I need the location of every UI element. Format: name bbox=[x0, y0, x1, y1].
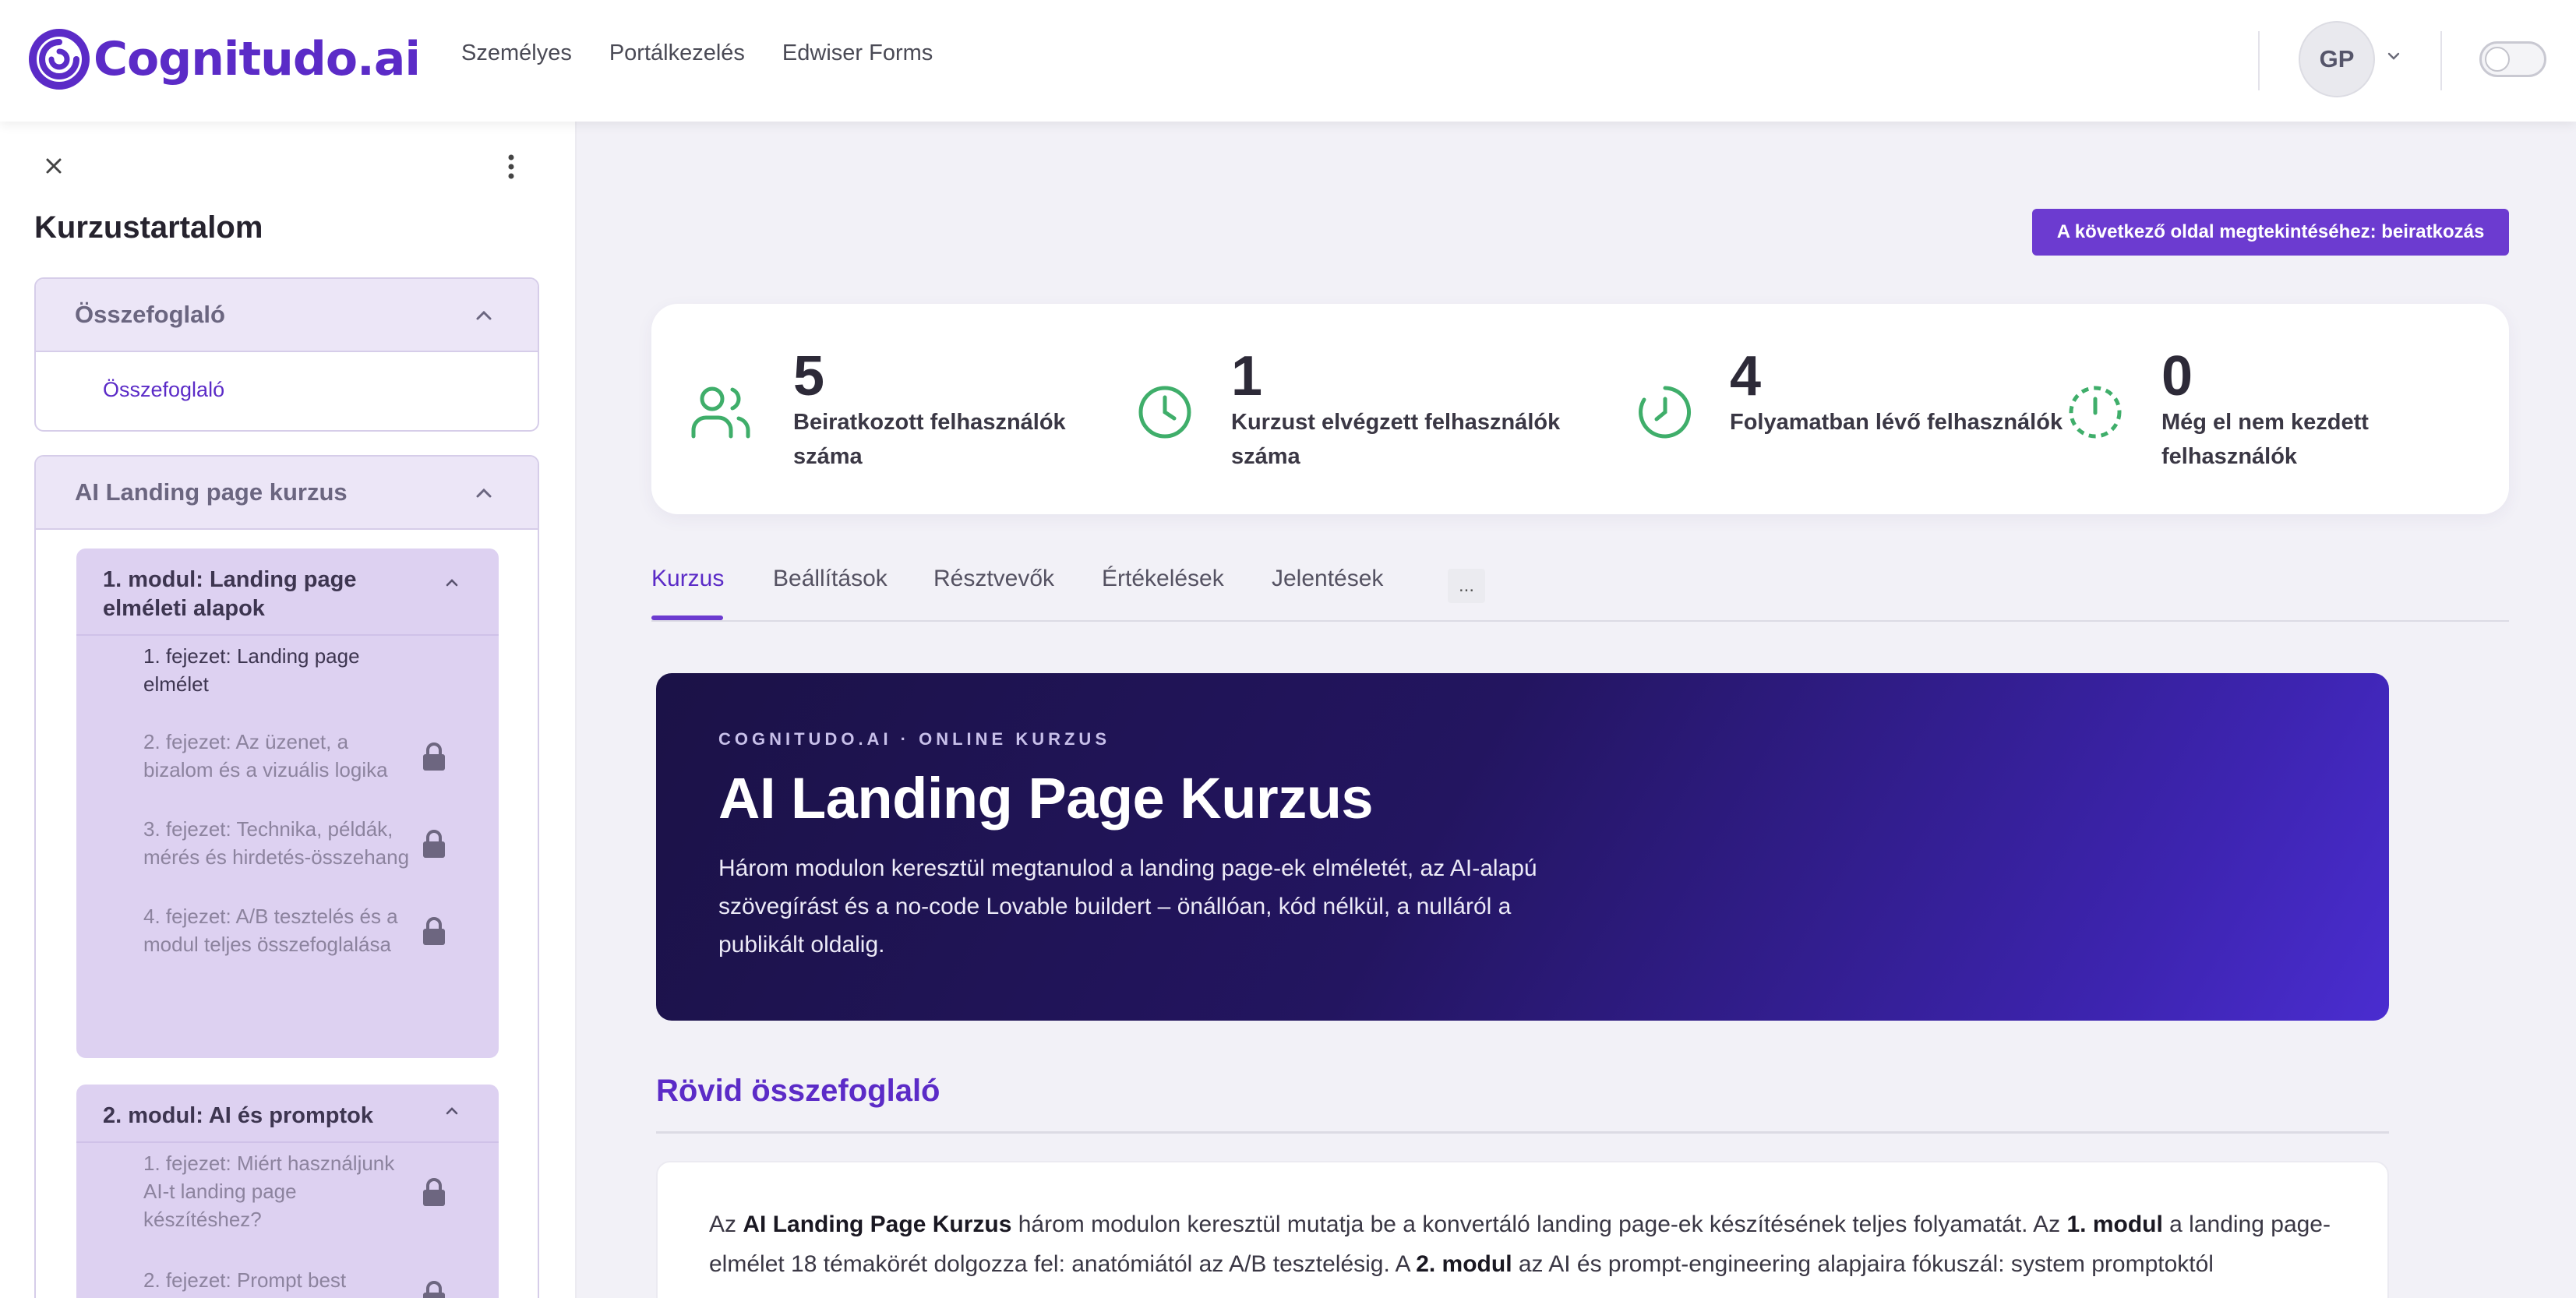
summary-text-run: három modulon keresztül mutatja be a kon… bbox=[1011, 1212, 2067, 1237]
hero-title: AI Landing Page Kurzus bbox=[718, 766, 1374, 831]
module-title: 1. modul: Landing page elméleti alapok bbox=[103, 567, 357, 621]
chevron-up-icon[interactable] bbox=[444, 1105, 460, 1117]
nav-item-portalkezeles[interactable]: Portálkezelés bbox=[609, 41, 745, 66]
header-divider bbox=[2258, 31, 2260, 90]
nav-item-szemelyes[interactable]: Személyes bbox=[461, 41, 572, 66]
hero-description: Három modulon keresztül megtanulod a lan… bbox=[718, 855, 1537, 958]
summary-paragraph: Az AI Landing Page Kurzus három modulon … bbox=[709, 1205, 2345, 1284]
stat-label: Beiratkozott felhasználók száma bbox=[793, 410, 1066, 469]
tab-beallitasok[interactable]: Beállítások bbox=[773, 566, 887, 592]
header-divider bbox=[2440, 31, 2442, 90]
stat-label: Kurzust elvégzett felhasználók száma bbox=[1231, 410, 1561, 469]
chapter-item[interactable]: 2. fejezet: Prompt best bbox=[76, 1266, 499, 1298]
summary-divider bbox=[656, 1131, 2389, 1134]
tab-ertekelesek[interactable]: Értékelések bbox=[1102, 566, 1224, 592]
sidebar-title: Kurzustartalom bbox=[34, 210, 263, 245]
chevron-up-icon[interactable] bbox=[444, 577, 460, 589]
stats-card: 5 Beiratkozott felhasználók száma 1 Kurz… bbox=[651, 304, 2509, 514]
clock-icon bbox=[1138, 386, 1191, 439]
module-1: 1. modul: Landing page elméleti alapok 1… bbox=[76, 548, 499, 1058]
chapter-label: 1. fejezet: Landing page elmélet bbox=[143, 644, 360, 696]
brand-logo[interactable]: Cognitudo.ai bbox=[26, 23, 421, 95]
chapter-item[interactable]: 4. fejezet: A/B tesztelés és a modul tel… bbox=[76, 902, 499, 958]
course-hero-banner: COGNITUDO.AI · ONLINE KURZUS AI Landing … bbox=[656, 673, 2389, 1021]
module-title: 2. modul: AI és promptok bbox=[103, 1103, 373, 1128]
more-vertical-icon[interactable] bbox=[503, 151, 519, 182]
tab-kurzus[interactable]: Kurzus bbox=[651, 566, 724, 592]
course-index-drawer: Kurzustartalom Összefoglaló Összefoglaló… bbox=[0, 122, 577, 1298]
clock-progress-icon bbox=[1639, 386, 1692, 439]
lock-icon bbox=[423, 830, 445, 858]
summary-card: Az AI Landing Page Kurzus három modulon … bbox=[656, 1161, 2389, 1298]
tab-jelentesek[interactable]: Jelentések bbox=[1272, 566, 1383, 592]
module-header[interactable]: 1. modul: Landing page elméleti alapok bbox=[76, 548, 499, 636]
chapter-label: 2. fejezet: Prompt best bbox=[143, 1268, 347, 1292]
chevron-up-icon[interactable] bbox=[474, 485, 494, 502]
active-tab-indicator bbox=[651, 615, 723, 620]
chapter-label: 2. fejezet: Az üzenet, a bizalom és a vi… bbox=[143, 730, 388, 781]
module-header[interactable]: 2. modul: AI és promptok bbox=[76, 1085, 499, 1143]
summary-bold-run: AI Landing Page Kurzus bbox=[743, 1212, 1012, 1237]
summary-bold-run: 2. modul bbox=[1416, 1251, 1512, 1277]
tab-more-button[interactable]: ... bbox=[1448, 569, 1485, 603]
nav-item-edwiser-forms[interactable]: Edwiser Forms bbox=[782, 41, 933, 66]
chapter-label: 3. fejezet: Technika, példák, mérés és h… bbox=[143, 817, 410, 869]
section-osszefoglalo: Összefoglaló Összefoglaló bbox=[34, 277, 539, 432]
summary-text-run: Az bbox=[709, 1212, 743, 1237]
chapter-item[interactable]: 1. fejezet: Landing page elmélet bbox=[76, 642, 499, 698]
stat-label: Még el nem kezdett felhasználók bbox=[2161, 410, 2369, 469]
brand-name: Cognitudo.ai bbox=[94, 32, 421, 86]
module-2: 2. modul: AI és promptok 1. fejezet: Mié… bbox=[76, 1085, 499, 1298]
toggle-knob bbox=[2485, 47, 2510, 72]
stat-value: 5 bbox=[793, 345, 825, 407]
top-header: Cognitudo.ai Személyes Portálkezelés Edw… bbox=[0, 0, 2576, 122]
close-icon[interactable] bbox=[42, 154, 65, 178]
hero-kicker: COGNITUDO.AI · ONLINE KURZUS bbox=[718, 729, 1110, 749]
users-icon bbox=[691, 386, 750, 439]
section-header[interactable]: AI Landing page kurzus bbox=[36, 457, 538, 530]
chapter-item[interactable]: 2. fejezet: Az üzenet, a bizalom és a vi… bbox=[76, 728, 499, 784]
section-ai-landing-page: AI Landing page kurzus 1. modul: Landing… bbox=[34, 455, 539, 1298]
chapter-label: 4. fejezet: A/B tesztelés és a modul tel… bbox=[143, 905, 398, 956]
user-avatar[interactable]: GP bbox=[2299, 21, 2375, 97]
tab-resztvevok[interactable]: Résztvevők bbox=[933, 566, 1054, 592]
section-link-osszefoglalo[interactable]: Összefoglaló bbox=[36, 352, 538, 427]
stat-label: Folyamatban lévő felhasználók bbox=[1730, 410, 2063, 435]
chevron-up-icon[interactable] bbox=[474, 307, 494, 324]
lock-icon bbox=[423, 917, 445, 945]
section-title: Összefoglaló bbox=[75, 301, 225, 328]
clock-dashed-icon bbox=[2069, 386, 2122, 439]
main-nav: Személyes Portálkezelés Edwiser Forms bbox=[461, 41, 933, 66]
chapter-item[interactable]: 1. fejezet: Miért használjunk AI-t landi… bbox=[76, 1149, 499, 1233]
stat-value: 4 bbox=[1730, 345, 1762, 407]
edit-mode-toggle[interactable] bbox=[2479, 41, 2546, 77]
chapter-item[interactable]: 3. fejezet: Technika, példák, mérés és h… bbox=[76, 815, 499, 871]
lock-icon bbox=[423, 1281, 445, 1298]
logo-swirl-icon bbox=[29, 29, 90, 90]
lock-icon bbox=[423, 742, 445, 771]
chevron-down-icon[interactable] bbox=[2384, 47, 2403, 65]
course-tabs: Kurzus Beállítások Résztvevők Értékelése… bbox=[651, 559, 2509, 622]
summary-text-run: az AI és prompt-engineering alapjaira fó… bbox=[1512, 1251, 2214, 1277]
enroll-button[interactable]: A következő oldal megtekintéséhez: beira… bbox=[2032, 209, 2509, 256]
stat-value: 1 bbox=[1231, 345, 1263, 407]
chapter-label: 1. fejezet: Miért használjunk AI-t landi… bbox=[143, 1152, 395, 1231]
section-header[interactable]: Összefoglaló bbox=[36, 279, 538, 352]
stat-value: 0 bbox=[2161, 345, 2193, 407]
section-title: AI Landing page kurzus bbox=[75, 478, 348, 506]
summary-bold-run: 1. modul bbox=[2066, 1212, 2163, 1237]
lock-icon bbox=[423, 1178, 445, 1206]
summary-heading: Rövid összefoglaló bbox=[656, 1074, 940, 1108]
